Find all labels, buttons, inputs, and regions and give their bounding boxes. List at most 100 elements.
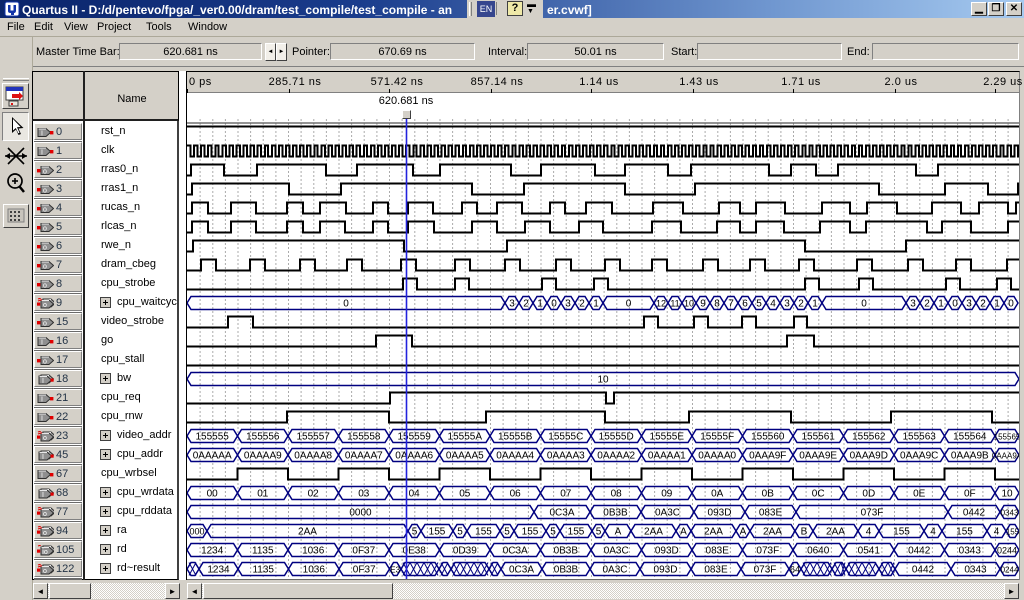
svg-text:0AAA9B: 0AAA9B: [951, 451, 989, 462]
svg-text:0AAAA5: 0AAAA5: [446, 451, 484, 462]
svg-text:0AAAAA: 0AAAAA: [193, 451, 232, 462]
svg-text:o: o: [43, 321, 47, 328]
svg-text:I: I: [42, 492, 44, 499]
svg-text:I: I: [41, 131, 43, 138]
svg-text:07: 07: [560, 489, 572, 500]
svg-text:0640: 0640: [807, 546, 830, 557]
svg-text:0343: 0343: [959, 546, 982, 557]
svg-text:073F: 073F: [754, 565, 777, 576]
svg-text:o: o: [43, 226, 47, 233]
svg-text:15555C: 15555C: [548, 432, 583, 443]
svg-text:0A3C: 0A3C: [602, 565, 627, 576]
svg-text:155557: 155557: [297, 432, 331, 443]
svg-text:083E: 083E: [706, 546, 730, 557]
svg-text:0442: 0442: [912, 565, 935, 576]
svg-text:5: 5: [756, 299, 762, 310]
svg-text:0343: 0343: [1001, 509, 1019, 518]
svg-text:0244: 0244: [1001, 566, 1019, 575]
svg-text:2: 2: [523, 299, 529, 310]
svg-text:155558: 155558: [347, 432, 381, 443]
svg-text:5: 5: [504, 527, 510, 538]
svg-text:3: 3: [966, 299, 972, 310]
svg-text:0D: 0D: [862, 489, 875, 500]
svg-text:3: 3: [910, 299, 916, 310]
svg-text:1135: 1135: [252, 565, 274, 576]
svg-text:4: 4: [866, 527, 872, 538]
svg-text:155: 155: [568, 527, 585, 538]
svg-text:5: 5: [412, 527, 418, 538]
svg-text:0A: 0A: [711, 489, 724, 500]
svg-text:o: o: [43, 207, 47, 214]
svg-text:I: I: [41, 150, 43, 157]
svg-text:2AA: 2AA: [644, 527, 663, 538]
svg-text:0F37: 0F37: [353, 565, 376, 576]
svg-text:o: o: [43, 283, 47, 290]
svg-text:0AAAA7: 0AAAA7: [345, 451, 383, 462]
svg-text:2: 2: [924, 299, 930, 310]
svg-text:000: 000: [189, 527, 204, 537]
svg-text:0: 0: [952, 299, 958, 310]
svg-text:0AAAA2: 0AAAA2: [597, 451, 635, 462]
svg-text:093D: 093D: [708, 508, 732, 519]
svg-text:15555D: 15555D: [599, 432, 634, 443]
svg-text:1: 1: [938, 299, 944, 310]
svg-text:0E: 0E: [913, 489, 926, 500]
svg-text:0B3B: 0B3B: [554, 546, 579, 557]
svg-text:A: A: [740, 527, 747, 538]
svg-text:2: 2: [980, 299, 986, 310]
svg-text:155556: 155556: [246, 432, 280, 443]
svg-text:155564: 155564: [953, 432, 987, 443]
svg-text:0AAAA4: 0AAAA4: [496, 451, 534, 462]
svg-text:0A3C: 0A3C: [604, 546, 629, 557]
svg-text:0C: 0C: [812, 489, 825, 500]
svg-text:2AA: 2AA: [298, 527, 317, 538]
svg-text:0F: 0F: [964, 489, 976, 500]
svg-text:0B3B: 0B3B: [554, 565, 579, 576]
svg-text:02: 02: [308, 489, 320, 500]
svg-text:o: o: [43, 264, 47, 271]
svg-text:2AA: 2AA: [763, 527, 782, 538]
svg-text:0B3B: 0B3B: [603, 508, 628, 519]
svg-text:155: 155: [429, 527, 446, 538]
svg-text:155: 155: [1006, 528, 1019, 537]
svg-text:5: 5: [550, 527, 556, 538]
svg-text:05: 05: [459, 489, 471, 500]
svg-text:083E: 083E: [759, 508, 783, 519]
svg-text:073F: 073F: [756, 546, 779, 557]
svg-text:0000: 0000: [349, 508, 372, 519]
svg-text:1: 1: [994, 299, 1000, 310]
svg-text:3: 3: [784, 299, 790, 310]
svg-text:0442: 0442: [963, 508, 986, 519]
svg-text:0AAA9C: 0AAA9C: [900, 451, 938, 462]
svg-text:3: 3: [509, 299, 515, 310]
svg-text:A: A: [680, 527, 687, 538]
svg-text:0: 0: [551, 299, 557, 310]
svg-text:155563: 155563: [903, 432, 937, 443]
svg-text:2: 2: [579, 299, 585, 310]
svg-text:0C3A: 0C3A: [503, 546, 528, 557]
svg-text:1234: 1234: [201, 546, 224, 557]
svg-text:1036: 1036: [302, 546, 325, 557]
svg-text:I: I: [41, 416, 43, 423]
svg-text:0B: 0B: [762, 489, 775, 500]
svg-text:0C3A: 0C3A: [549, 508, 574, 519]
svg-text:073F: 073F: [861, 508, 884, 519]
svg-text:0541: 0541: [858, 546, 881, 557]
svg-text:o: o: [43, 245, 47, 252]
svg-text:2AA: 2AA: [704, 527, 723, 538]
svg-text:15555A: 15555A: [448, 432, 483, 443]
svg-text:0AAAA8: 0AAAA8: [294, 451, 332, 462]
svg-text:15555B: 15555B: [498, 432, 533, 443]
svg-text:10: 10: [1001, 489, 1013, 500]
svg-text:9: 9: [700, 299, 706, 310]
svg-text:o: o: [43, 568, 47, 575]
svg-text:7: 7: [728, 299, 734, 310]
svg-text:0343: 0343: [964, 565, 987, 576]
svg-text:I: I: [42, 454, 44, 461]
svg-text:I: I: [42, 378, 44, 385]
svg-text:0AAA9A: 0AAA9A: [992, 452, 1019, 461]
svg-text:0D39: 0D39: [453, 546, 477, 557]
svg-text:1: 1: [593, 299, 599, 310]
svg-text:04: 04: [409, 489, 421, 500]
svg-text:11: 11: [670, 299, 679, 309]
